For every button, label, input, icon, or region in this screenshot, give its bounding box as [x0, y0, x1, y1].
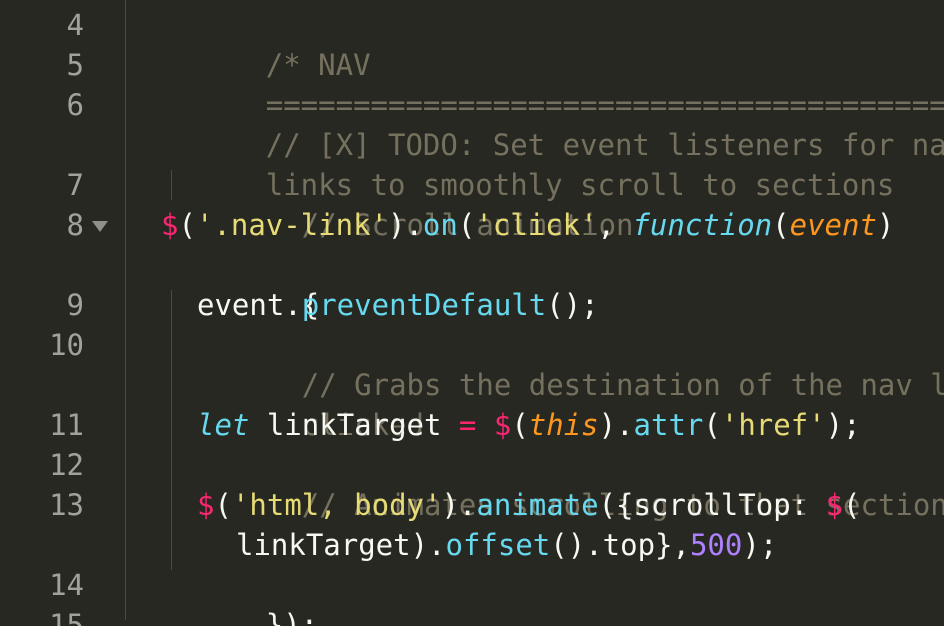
punct: (: [214, 488, 232, 522]
punct: ().top},: [550, 528, 690, 562]
keyword-function: function: [632, 208, 773, 242]
punct: ();: [546, 288, 599, 322]
punct: (: [457, 208, 476, 242]
line-number: 5: [66, 48, 84, 82]
punct: ): [876, 208, 895, 242]
punct: ).: [388, 208, 423, 242]
keyword-let: let: [197, 408, 250, 442]
identifier: linkTarget: [249, 408, 459, 442]
code-line-4: /* NAV: [161, 5, 371, 82]
method-on: on: [422, 208, 458, 242]
code-editor[interactable]: 4 5 6 7 8 9 10 11 12 13 14 15 /* NAV ===…: [0, 0, 944, 626]
line-number-gutter: 4 5 6 7 8 9 10 11 12 13 14 15: [0, 0, 125, 626]
method-preventdefault: preventDefault: [301, 288, 547, 322]
punct: ,: [597, 208, 633, 242]
code-line-13: $('html, body').animate({scrollTop: $(: [197, 485, 861, 525]
line-number: 12: [49, 448, 84, 482]
identifier: linkTarget).: [236, 528, 446, 562]
line-number: 15: [49, 608, 84, 626]
code-line-8-wrap: {: [197, 245, 319, 322]
punct: ).: [441, 488, 477, 522]
punct: (: [178, 208, 196, 242]
string-event: 'click': [475, 208, 598, 242]
punct: (: [772, 208, 790, 242]
jquery-dollar: $: [197, 488, 215, 522]
closing-braces: });: [265, 608, 319, 626]
jquery-dollar: $: [493, 408, 512, 442]
punct: ({scrollTop:: [598, 488, 826, 522]
jquery-dollar: $: [825, 488, 844, 522]
param-event: event: [789, 208, 877, 242]
line-number: 6: [66, 88, 84, 122]
keyword-this: this: [528, 408, 599, 442]
line-number: 10: [49, 328, 84, 362]
fold-triangle-icon[interactable]: [92, 221, 108, 232]
code-line-8: $('.nav-link').on('click', function(even…: [161, 205, 894, 245]
jquery-dollar: $: [161, 208, 179, 242]
code-line-9: event.preventDefault();: [197, 285, 599, 325]
indent-guide: [125, 0, 126, 620]
line-number: 9: [66, 288, 84, 322]
punct: (: [843, 488, 861, 522]
number-duration: 500: [689, 528, 743, 562]
code-line-7: // Scroll animation: [197, 165, 634, 242]
code-line-10: // Grabs the destination of the nav link: [197, 325, 944, 402]
code-line-12: // Animates scrolling to that section: [197, 445, 944, 522]
punct: );: [742, 528, 778, 562]
punct: (: [703, 408, 721, 442]
code-line-6: // [X] TODO: Set event listeners for nav: [161, 85, 944, 162]
method-attr: attr: [633, 408, 704, 442]
operator-eq: =: [458, 408, 477, 442]
string-selector: '.nav-link': [195, 208, 388, 242]
line-number: 4: [66, 8, 84, 42]
punct: );: [825, 408, 861, 442]
string-href: 'href': [720, 408, 826, 442]
line-number: 11: [49, 408, 84, 442]
punct: (: [511, 408, 529, 442]
line-number: 13: [49, 488, 84, 522]
code-line-6-wrap: links to smoothly scroll to sections: [161, 125, 895, 202]
line-number: 8: [66, 208, 84, 242]
punct: ).: [598, 408, 634, 442]
indent-guide: [171, 290, 172, 570]
identifier: event.: [197, 288, 302, 322]
line-number: 14: [49, 568, 84, 602]
code-line-13-wrap: linkTarget).offset().top},500);: [236, 525, 777, 565]
line-number: 7: [66, 168, 84, 202]
code-line-5: ========================================…: [161, 45, 944, 122]
code-line-11: let linkTarget = $(this).attr('href');: [197, 405, 861, 445]
code-line-10-wrap: clicked: [197, 365, 424, 442]
method-animate: animate: [476, 488, 599, 522]
code-line-14: });: [161, 565, 318, 626]
string-selector: 'html, body': [231, 488, 442, 522]
method-offset: offset: [445, 528, 551, 562]
